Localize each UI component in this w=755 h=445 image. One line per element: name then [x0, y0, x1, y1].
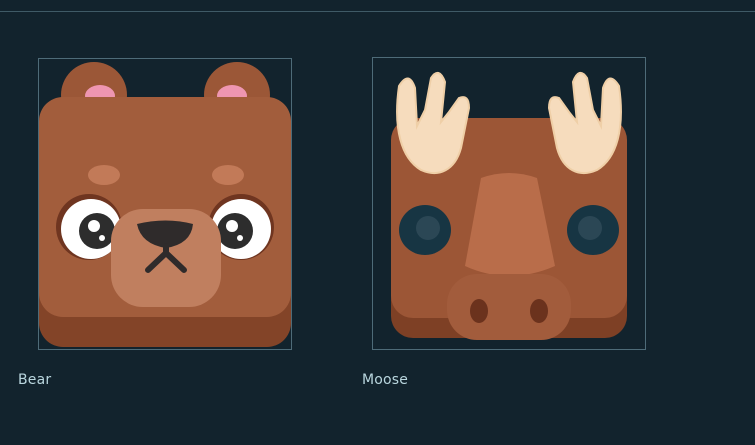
asset-tile-moose[interactable] — [372, 57, 646, 350]
bear-icon — [39, 62, 291, 347]
top-divider — [0, 11, 755, 12]
asset-tile-bear[interactable] — [38, 58, 292, 350]
tile-label-bear: Bear — [18, 372, 52, 388]
tile-label-moose: Moose — [362, 372, 409, 388]
moose-icon — [391, 71, 627, 340]
